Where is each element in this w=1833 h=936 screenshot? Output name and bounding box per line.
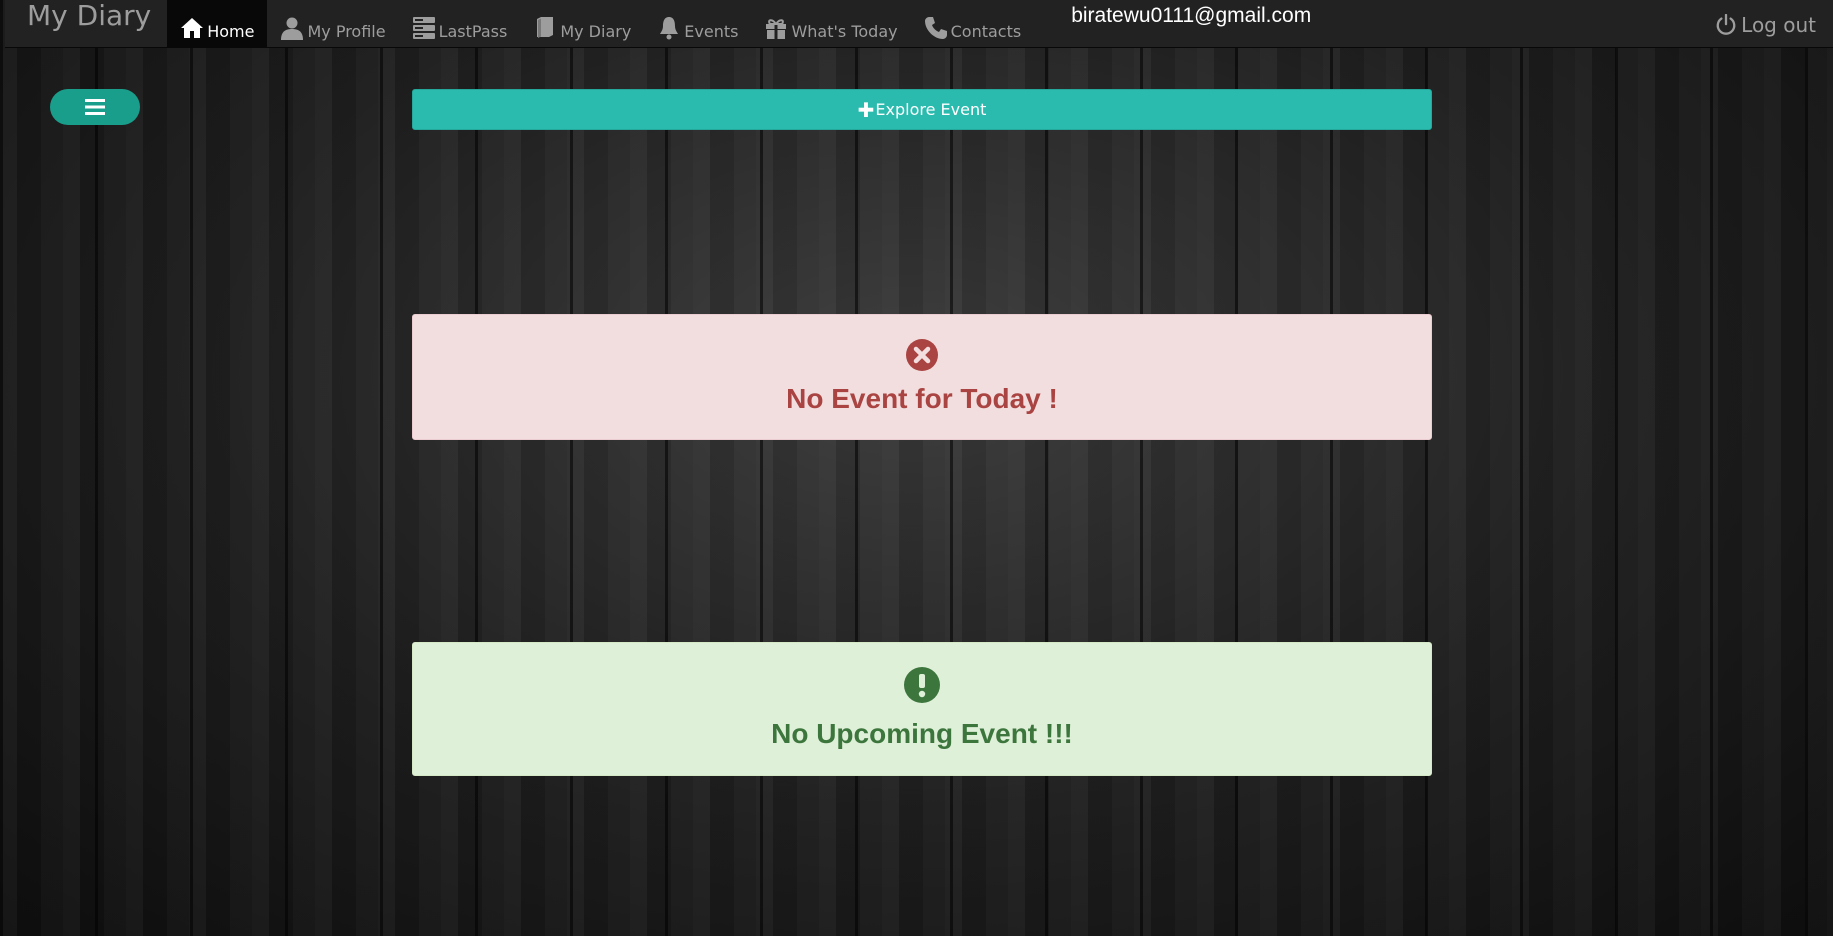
nav-item-my-profile[interactable]: My Profile (267, 0, 398, 48)
nav-item-contacts[interactable]: Contacts (911, 0, 1035, 48)
explore-event-button[interactable]: ✚ Explore Event (412, 89, 1432, 130)
top-navbar: My Diary Home My Profile LastPass My Dia… (5, 0, 1833, 48)
sidebar-toggle-button[interactable] (50, 89, 140, 125)
bell-icon (657, 16, 681, 40)
logout-button[interactable]: Log out (1715, 0, 1816, 48)
nav-item-events[interactable]: Events (644, 0, 751, 48)
book-icon (533, 16, 557, 40)
nav-item-whats-today[interactable]: What's Today (751, 0, 910, 48)
hamburger-menu-icon (85, 99, 105, 115)
remove-circle-icon (906, 339, 938, 371)
explore-event-label: Explore Event (875, 100, 987, 119)
nav-item-label: Contacts (950, 21, 1022, 41)
nav-item-label: My Profile (307, 21, 386, 41)
upcoming-events-message: No Upcoming Event !!! (771, 718, 1073, 749)
server-icon (412, 16, 436, 40)
nav-item-label: LastPass (438, 21, 508, 41)
logout-label: Log out (1741, 13, 1816, 37)
nav-item-label: Events (684, 21, 739, 41)
user-icon (280, 16, 304, 40)
nav-item-lastpass[interactable]: LastPass (399, 0, 521, 48)
nav-item-home[interactable]: Home (167, 0, 268, 48)
nav-item-my-diary[interactable]: My Diary (520, 0, 644, 48)
nav-item-label: Home (207, 21, 255, 41)
plus-icon: ✚ (857, 97, 875, 122)
today-events-alert: No Event for Today ! (412, 314, 1432, 440)
nav-item-label: My Diary (560, 21, 632, 41)
nav-item-label: What's Today (791, 21, 898, 41)
exclamation-circle-icon (904, 667, 940, 703)
nav-menu: Home My Profile LastPass My Diary Events (167, 0, 1034, 48)
home-icon (180, 16, 204, 40)
upcoming-events-alert: No Upcoming Event !!! (412, 642, 1432, 776)
brand-title[interactable]: My Diary (5, 0, 167, 48)
today-events-message: No Event for Today ! (786, 383, 1058, 414)
phone-icon (924, 16, 948, 40)
power-icon (1716, 14, 1736, 35)
user-email: biratewu0111@gmail.com (1071, 4, 1312, 27)
gift-icon (764, 16, 788, 40)
